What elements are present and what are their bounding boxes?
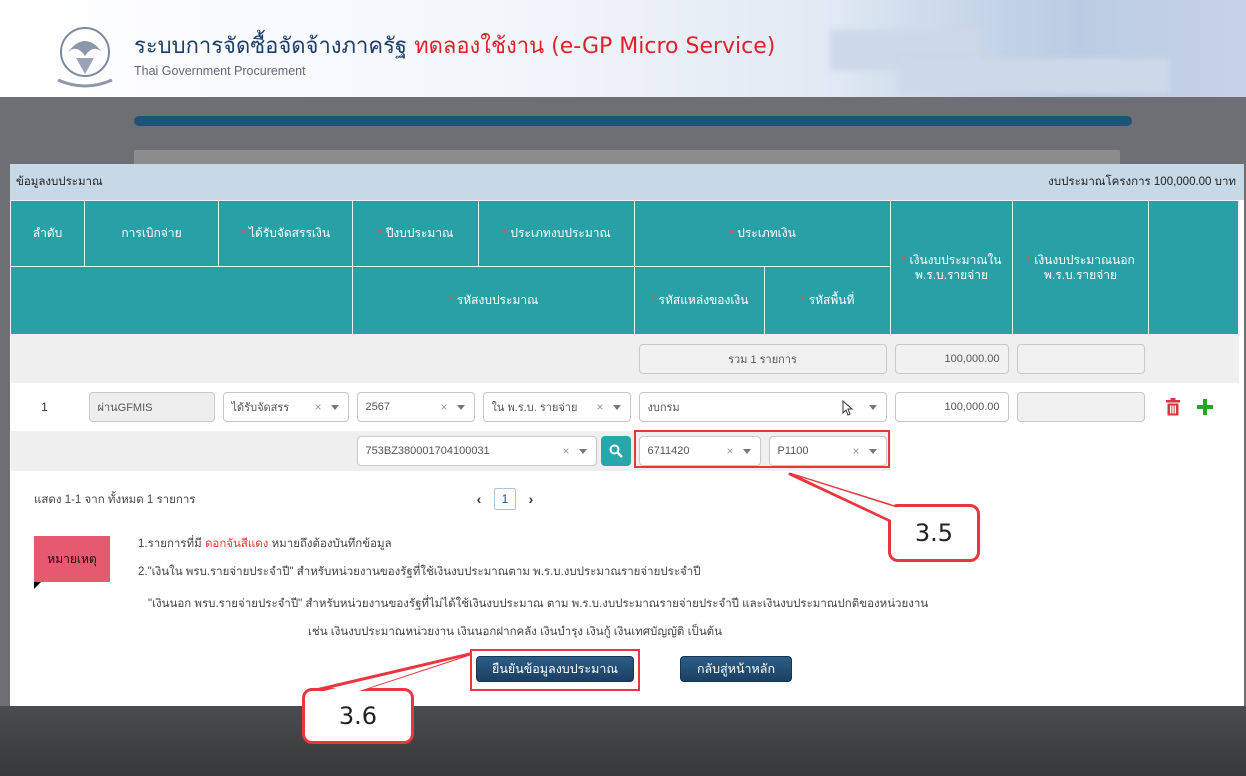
callout-3-5: 3.5	[888, 504, 980, 562]
col-header-disbursement: การเบิกจ่าย	[84, 200, 219, 267]
clear-icon[interactable]: ×	[562, 444, 569, 458]
mouse-cursor-icon	[842, 399, 853, 416]
app-subtitle: Thai Government Procurement	[134, 64, 306, 78]
prev-page-button[interactable]: ‹	[474, 491, 484, 507]
col-header-money-type: * ประเภทเงิน	[633, 200, 892, 267]
col-header-budget-out: * เงินงบประมาณนอก พ.ร.บ.รายจ่าย	[1012, 200, 1150, 335]
pagination: ‹ 1 ›	[474, 488, 536, 510]
budget-table: ลำดับ การเบิกจ่าย * ได้รับจัดสรรเงิน * ป…	[10, 200, 1240, 471]
col-header-actions	[1148, 200, 1240, 335]
col-header-budget-in: * เงินงบประมาณใน พ.ร.บ.รายจ่าย	[890, 200, 1014, 335]
notes-tag: หมายเหตุ	[34, 536, 110, 589]
trash-icon[interactable]	[1165, 397, 1181, 416]
clear-icon[interactable]: ×	[596, 400, 603, 414]
app-header: ระบบการจัดซื้อจัดจ้างภาครัฐ ทดลองใช้งาน …	[0, 0, 1246, 97]
budget-out-input	[1016, 391, 1145, 422]
money-type-select[interactable]: งบกรม	[638, 391, 887, 422]
chevron-down-icon[interactable]	[578, 448, 587, 454]
highlight-box-codes	[634, 430, 890, 468]
clear-icon[interactable]: ×	[440, 400, 447, 414]
modal-title: ข้อมูลงบประมาณ	[16, 176, 103, 188]
chevron-down-icon[interactable]	[330, 404, 339, 410]
budget-modal: ข้อมูลงบประมาณ งบประมาณโครงการ 100,000.0…	[10, 164, 1244, 706]
col-header-blank	[10, 266, 353, 335]
note-line-1: 1.รายการที่มี ดอกจันสีแดง หมายถึงต้องบัน…	[138, 538, 392, 550]
col-header-fund-source: * รหัสแหล่งของเงิน	[634, 266, 765, 335]
garuda-logo-icon	[57, 27, 113, 88]
fiscal-year-select[interactable]: 2567 ×	[356, 391, 475, 422]
col-header-area-code: * รหัสพื้นที่	[763, 266, 892, 335]
col-header-budget-type: * ประเภทงบประมาณ	[478, 200, 635, 267]
total-items-field: รวม 1 รายการ	[638, 343, 887, 374]
chevron-down-icon[interactable]	[456, 404, 465, 410]
col-header-seq: ลำดับ	[10, 200, 85, 267]
budget-code-search-button[interactable]	[600, 435, 631, 466]
col-header-fiscal-year: * ปีงบประมาณ	[352, 200, 479, 267]
background-progress-bar	[134, 116, 1132, 126]
next-page-button[interactable]: ›	[526, 491, 536, 507]
row-seq: 1	[41, 399, 48, 414]
summary-row: รวม 1 รายการ 100,000.00	[10, 334, 1239, 383]
table-row: 1 ผ่านGFMIS ได้รับจัดสรร × 2567 × ใน พ.ร.บ…	[11, 383, 1239, 431]
search-icon	[609, 444, 623, 458]
modal-header: ข้อมูลงบประมาณ งบประมาณโครงการ 100,000.0…	[10, 164, 1244, 200]
chevron-down-icon[interactable]	[612, 404, 621, 410]
project-budget-total: งบประมาณโครงการ 100,000.00 บาท	[1048, 176, 1236, 188]
blurred-user-info-2	[900, 58, 1170, 94]
budget-in-input[interactable]: 100,000.00	[894, 391, 1009, 422]
row-actions	[1153, 397, 1235, 416]
note-line-3: "เงินนอก พรบ.รายจ่ายประจำปี" สำหรับหน่วย…	[148, 598, 929, 610]
col-header-budget-code: * รหัสงบประมาณ	[352, 266, 635, 335]
chevron-down-icon[interactable]	[868, 404, 877, 410]
page-1-button[interactable]: 1	[494, 488, 516, 510]
total-budget-out-field	[1016, 343, 1145, 374]
total-budget-in-field: 100,000.00	[894, 343, 1009, 374]
col-header-allocated: * ได้รับจัดสรรเงิน	[218, 200, 353, 267]
plus-icon[interactable]	[1196, 398, 1213, 415]
budget-type-select[interactable]: ใน พ.ร.บ. รายจ่าย ×	[482, 391, 631, 422]
note-line-4: เช่น เงินงบประมาณหน่วยงาน เงินนอกฝากคลัง…	[308, 626, 723, 638]
disbursement-field: ผ่านGFMIS	[88, 391, 215, 422]
table-row-codes: 753BZ380001704100031 × 6711420 × P1100 ×	[10, 430, 1239, 471]
backdrop-bottom	[0, 706, 1246, 776]
confirm-budget-button[interactable]: ยืนยันข้อมูลงบประมาณ	[476, 656, 634, 682]
clear-icon[interactable]: ×	[314, 400, 321, 414]
back-to-main-button[interactable]: กลับสู่หน้าหลัก	[680, 656, 792, 682]
callout-3-6: 3.6	[302, 688, 414, 744]
allocated-select[interactable]: ได้รับจัดสรร ×	[222, 391, 349, 422]
app-title: ระบบการจัดซื้อจัดจ้างภาครัฐ ทดลองใช้งาน …	[134, 34, 776, 59]
note-line-2: 2."เงินใน พรบ.รายจ่ายประจำปี" สำหรับหน่ว…	[138, 566, 701, 578]
budget-code-select[interactable]: 753BZ380001704100031 ×	[356, 435, 597, 466]
pagination-info: แสดง 1-1 จาก ทั้งหมด 1 รายการ	[34, 494, 196, 506]
